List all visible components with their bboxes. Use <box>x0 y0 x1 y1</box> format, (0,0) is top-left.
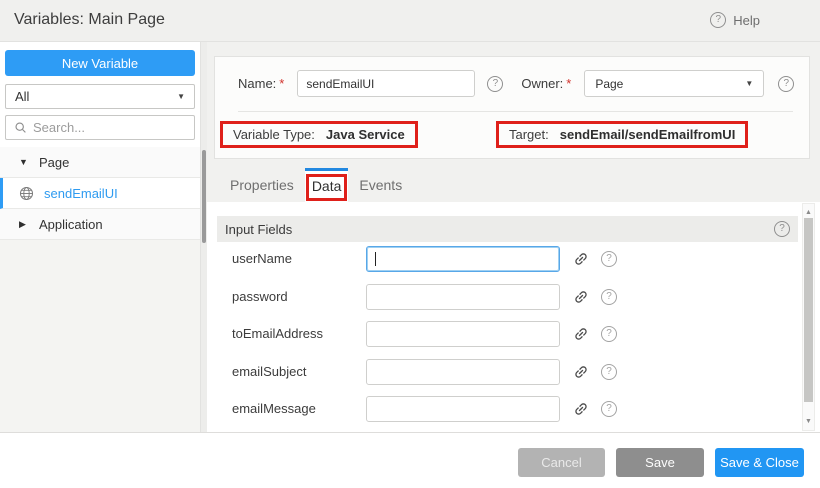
filter-value: All <box>15 89 29 104</box>
dropdown-arrow-icon: ▼ <box>177 92 185 101</box>
input-fields-header: Input Fields ? <box>217 216 798 242</box>
field-help-icon[interactable]: ? <box>601 401 617 417</box>
variables-editor-window: Variables: Main Page ? Help New Variable… <box>0 0 820 488</box>
sidebar-scrollbar[interactable] <box>200 42 207 432</box>
field-row-toemailaddress: toEmailAddress ? <box>232 320 617 347</box>
filter-select[interactable]: All ▼ <box>5 84 195 109</box>
target-label: Target: <box>509 127 549 142</box>
tree-item-label: sendEmailUI <box>44 186 118 201</box>
tab-data[interactable]: Data <box>305 168 349 202</box>
content-scrollbar[interactable]: ▲ ▼ <box>802 203 815 431</box>
input-fields-help-icon[interactable]: ? <box>774 221 790 237</box>
tree-item-label: Page <box>39 155 69 170</box>
bind-link-icon[interactable] <box>573 289 589 305</box>
search-input[interactable] <box>33 120 186 135</box>
target-value: sendEmail/sendEmailfromUI <box>560 127 736 142</box>
field-help-icon[interactable]: ? <box>601 251 617 267</box>
field-input-emailmessage[interactable] <box>366 396 560 422</box>
variables-tree: ▼ Page sendEmailUI ▶ Application <box>0 147 200 240</box>
target-annotation-box: Target: sendEmail/sendEmailfromUI <box>496 121 748 148</box>
help-icon: ? <box>710 12 726 28</box>
sidebar: New Variable All ▼ ▼ Page <box>0 42 200 432</box>
variable-type-label: Variable Type: <box>233 127 315 142</box>
field-input-username[interactable] <box>366 246 560 272</box>
form-divider <box>238 111 793 112</box>
field-help-icon[interactable]: ? <box>601 289 617 305</box>
save-close-button[interactable]: Save & Close <box>715 448 804 477</box>
variable-type-value: Java Service <box>326 127 405 142</box>
field-row-emailmessage: emailMessage ? <box>232 395 617 422</box>
name-input[interactable] <box>297 70 475 97</box>
dropdown-arrow-icon: ▼ <box>745 79 753 88</box>
field-help-icon[interactable]: ? <box>601 326 617 342</box>
field-label: toEmailAddress <box>232 326 366 341</box>
field-label: emailSubject <box>232 364 366 379</box>
main-panel: Name: * ? Owner: * Page ▼ ? Variable Typ… <box>207 42 820 432</box>
bind-link-icon[interactable] <box>573 326 589 342</box>
owner-value: Page <box>595 77 623 91</box>
footer-bar: Cancel Save Save & Close <box>0 432 820 488</box>
save-button[interactable]: Save <box>616 448 704 477</box>
tab-events[interactable]: Events <box>359 168 402 202</box>
bind-link-icon[interactable] <box>573 251 589 267</box>
field-input-password[interactable] <box>366 284 560 310</box>
name-owner-row: Name: * ? Owner: * Page ▼ ? <box>238 70 795 97</box>
sidebar-controls: New Variable All ▼ <box>0 42 200 147</box>
new-variable-button[interactable]: New Variable <box>5 50 195 76</box>
text-cursor <box>375 252 376 266</box>
owner-select[interactable]: Page ▼ <box>584 70 764 97</box>
tree-item-page[interactable]: ▼ Page <box>0 147 200 178</box>
tree-item-application[interactable]: ▶ Application <box>0 209 200 240</box>
field-input-emailsubject[interactable] <box>366 359 560 385</box>
tree-item-sendemailui[interactable]: sendEmailUI <box>0 178 200 209</box>
owner-label: Owner: <box>521 76 563 91</box>
page-title: Variables: Main Page <box>14 11 165 29</box>
tree-item-label: Application <box>39 217 103 232</box>
bind-link-icon[interactable] <box>573 401 589 417</box>
required-asterisk: * <box>566 76 571 91</box>
sidebar-scrollbar-thumb[interactable] <box>202 150 206 243</box>
field-input-toemailaddress[interactable] <box>366 321 560 347</box>
variable-form-card: Name: * ? Owner: * Page ▼ ? Variable Typ… <box>214 56 810 159</box>
tab-properties[interactable]: Properties <box>230 168 294 202</box>
field-label: password <box>232 289 366 304</box>
input-fields-title: Input Fields <box>225 222 292 237</box>
field-label: emailMessage <box>232 401 366 416</box>
owner-help-icon[interactable]: ? <box>778 76 794 92</box>
field-row-password: password ? <box>232 283 617 310</box>
variable-type-annotation-box: Variable Type: Java Service <box>220 121 418 148</box>
name-label: Name: <box>238 76 276 91</box>
data-tab-content: Input Fields ? userName ? password ? toE… <box>207 202 820 432</box>
required-asterisk: * <box>279 76 284 91</box>
caret-right-icon[interactable]: ▶ <box>19 219 29 230</box>
search-icon <box>14 121 27 134</box>
scroll-up-icon[interactable]: ▲ <box>803 209 814 216</box>
field-row-username: userName ? <box>232 245 617 272</box>
name-help-icon[interactable]: ? <box>487 76 503 92</box>
field-label: userName <box>232 251 366 266</box>
content-scrollbar-thumb[interactable] <box>804 218 813 402</box>
cancel-button[interactable]: Cancel <box>518 448 605 477</box>
help-label: Help <box>733 13 760 28</box>
help-button[interactable]: ? Help <box>710 12 760 28</box>
search-box <box>5 115 195 140</box>
tab-bar: Properties Data Events <box>207 168 820 202</box>
bind-link-icon[interactable] <box>573 364 589 380</box>
header-bar: Variables: Main Page ? Help <box>0 0 820 42</box>
tab-data-label: Data <box>312 178 342 194</box>
field-row-emailsubject: emailSubject ? <box>232 358 617 385</box>
field-help-icon[interactable]: ? <box>601 364 617 380</box>
globe-icon <box>19 186 34 201</box>
caret-down-icon[interactable]: ▼ <box>19 157 29 167</box>
scroll-down-icon[interactable]: ▼ <box>803 418 814 425</box>
